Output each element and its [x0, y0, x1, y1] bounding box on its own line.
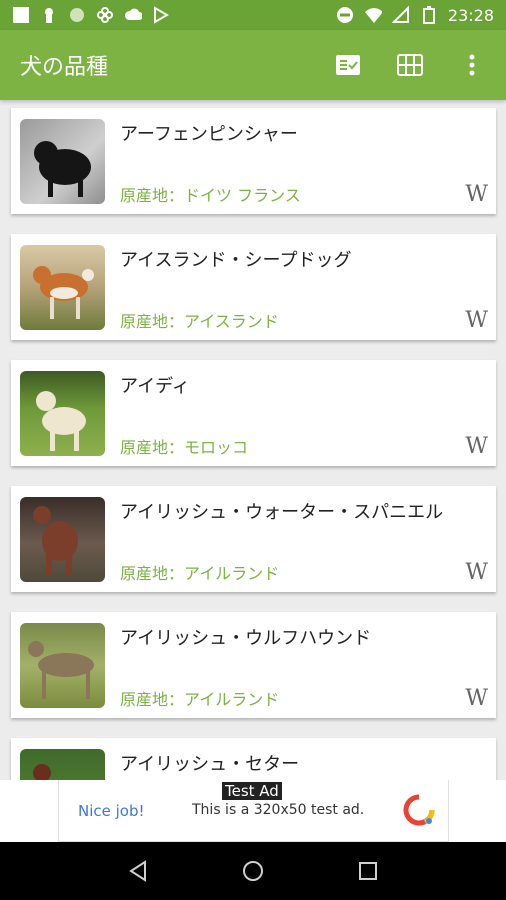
ad-headline[interactable]: Nice job!: [78, 802, 145, 820]
breed-card[interactable]: アイディ 原産地：モロッコ W: [11, 360, 496, 466]
breed-photo: [20, 497, 105, 582]
breed-card[interactable]: アーフェンピンシャー 原産地：ドイツ フランス W: [11, 108, 496, 214]
cloud-icon: [124, 6, 142, 24]
back-icon[interactable]: [126, 859, 150, 883]
checklist-icon[interactable]: [334, 51, 362, 79]
status-bar: 23:28: [0, 0, 506, 30]
breed-card[interactable]: アイリッシュ・セター: [11, 738, 496, 780]
breed-card[interactable]: アイスランド・シープドッグ 原産地：アイスランド W: [11, 234, 496, 340]
breed-origin: 原産地：モロッコ: [120, 438, 249, 457]
recents-icon[interactable]: [356, 859, 380, 883]
nav-bar: [0, 842, 506, 900]
ad-banner[interactable]: Test Ad Nice job! This is a 320x50 test …: [0, 780, 506, 842]
battery-icon: [420, 6, 438, 24]
breed-name: アイディ: [120, 376, 190, 397]
page-title: 犬の品種: [20, 55, 109, 80]
breed-origin: 原産地：アイルランド: [120, 564, 280, 583]
breed-origin: 原産地：アイスランド: [120, 312, 279, 331]
fan-icon: [96, 6, 114, 24]
grid-icon[interactable]: [396, 51, 424, 79]
circle-icon: [68, 6, 86, 24]
do-not-disturb-icon: [336, 6, 354, 24]
breed-name: アイスランド・シープドッグ: [120, 250, 352, 271]
breed-photo: [20, 245, 105, 330]
breed-origin: 原産地：アイルランド: [120, 690, 280, 709]
keyhole-icon: [40, 6, 58, 24]
ad-logo-icon[interactable]: [403, 794, 435, 826]
wikipedia-icon[interactable]: W: [465, 308, 488, 333]
breed-photo: [20, 749, 105, 780]
breed-photo: [20, 623, 105, 708]
square-icon: [12, 6, 30, 24]
ad-text[interactable]: This is a 320x50 test ad.: [192, 802, 364, 818]
breed-name: アイリッシュ・セター: [120, 754, 300, 775]
breed-photo: [20, 371, 105, 456]
signal-icon: [391, 6, 410, 24]
home-icon[interactable]: [241, 859, 265, 883]
more-vert-icon[interactable]: [458, 51, 486, 79]
breed-list[interactable]: アーフェンピンシャー 原産地：ドイツ フランス W アイスランド・シープドッグ …: [0, 100, 506, 780]
ad-label: Test Ad: [222, 782, 282, 800]
breed-name: アイリッシュ・ウォーター・スパニエル: [120, 502, 444, 523]
wikipedia-icon[interactable]: W: [465, 560, 488, 585]
breed-photo: [20, 119, 105, 204]
app-bar: 犬の品種: [0, 30, 506, 100]
clock: 23:28: [447, 5, 494, 25]
breed-card[interactable]: アイリッシュ・ウルフハウンド 原産地：アイルランド W: [11, 612, 496, 718]
breed-name: アイリッシュ・ウルフハウンド: [120, 628, 372, 649]
play-store-icon: [152, 6, 170, 24]
breed-origin: 原産地：ドイツ フランス: [120, 186, 301, 205]
breed-name: アーフェンピンシャー: [120, 124, 298, 145]
wikipedia-icon[interactable]: W: [465, 686, 488, 711]
wikipedia-icon[interactable]: W: [465, 434, 488, 459]
wifi-icon: [364, 6, 382, 24]
wikipedia-icon[interactable]: W: [465, 182, 488, 207]
breed-card[interactable]: アイリッシュ・ウォーター・スパニエル 原産地：アイルランド W: [11, 486, 496, 592]
